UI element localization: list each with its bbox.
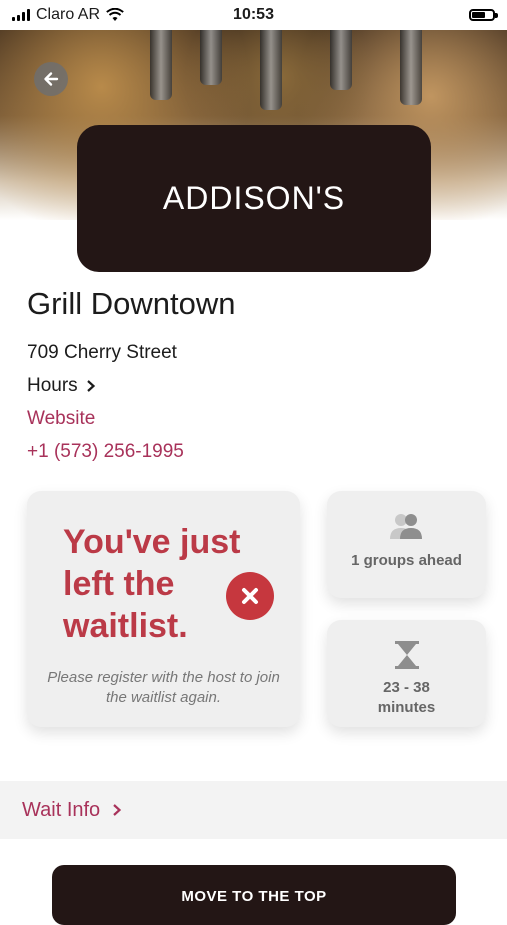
hours-link[interactable]: Hours (27, 375, 96, 397)
back-button[interactable] (34, 62, 68, 96)
hourglass-icon (394, 641, 419, 669)
website-link[interactable]: Website (27, 408, 95, 430)
restaurant-name: Grill Downtown (27, 286, 236, 321)
battery-icon (469, 9, 498, 21)
wifi-icon (106, 8, 124, 21)
back-arrow-icon (44, 72, 59, 86)
carrier-label: Claro AR (36, 6, 101, 23)
hours-label: Hours (27, 375, 78, 396)
restaurant-logo: ADDISON'S (77, 125, 431, 272)
signal-icon (12, 9, 30, 21)
people-icon (389, 514, 422, 539)
move-to-top-button[interactable]: MOVE TO THE TOP (52, 865, 456, 925)
wait-time-card: 23 - 38 minutes (327, 620, 486, 727)
wait-time-text: 23 - 38 minutes (377, 679, 436, 716)
waitlist-status-card: You've just left the waitlist. Please re… (27, 491, 300, 727)
chevron-right-icon (86, 380, 95, 392)
phone-link[interactable]: +1 (573) 256-1995 (27, 441, 184, 463)
move-to-top-label: MOVE TO THE TOP (181, 888, 327, 905)
wait-info-label: Wait Info (22, 798, 101, 821)
groups-ahead-text: 1 groups ahead (351, 552, 462, 569)
restaurant-address: 709 Cherry Street (27, 342, 177, 363)
status-bar: Claro AR 10:53 (0, 0, 507, 30)
close-icon (226, 572, 274, 620)
logo-text: ADDISON'S (162, 180, 346, 216)
groups-ahead-card: 1 groups ahead (327, 491, 486, 598)
status-time: 10:53 (233, 6, 274, 23)
chevron-right-icon (113, 804, 122, 816)
waitlist-sub-message: Please register with the host to join th… (47, 669, 280, 706)
wait-info-link[interactable]: Wait Info (0, 781, 507, 839)
